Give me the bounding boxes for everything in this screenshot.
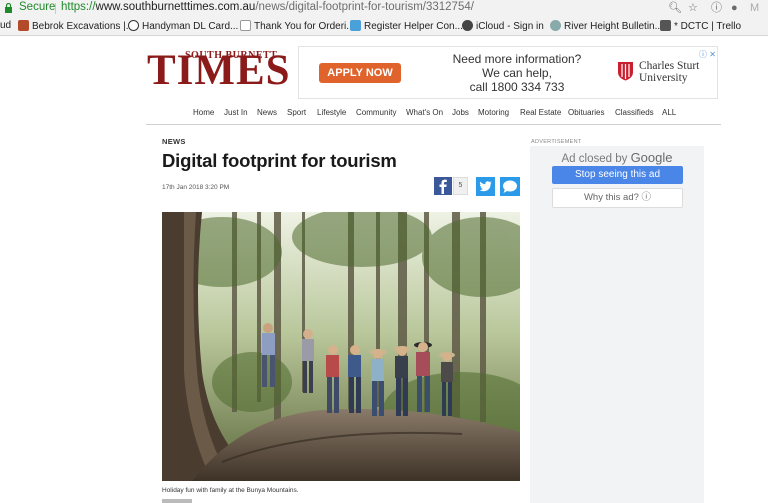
nav-lifestyle[interactable]: Lifestyle xyxy=(317,108,346,117)
url-path: /news/digital-footprint-for-tourism/3312… xyxy=(255,1,474,13)
photo-caption: Holiday fun with family at the Bunya Mou… xyxy=(162,487,299,494)
nav-whats-on[interactable]: What's On xyxy=(406,108,443,117)
profile-icon[interactable]: M xyxy=(750,2,759,15)
twitter-share-button[interactable] xyxy=(476,177,495,196)
article-timestamp: 17th Jan 2018 3:20 PM xyxy=(162,184,230,191)
url-divider xyxy=(55,3,56,14)
article-headline: Digital footprint for tourism xyxy=(162,150,397,171)
article-category[interactable]: NEWS xyxy=(162,137,186,146)
advertisement-label: ADVERTISEMENT xyxy=(531,139,582,145)
bookmark-item[interactable]: iCloud - Sign in xyxy=(462,20,544,33)
bookmark-item[interactable]: Register Helper Con... xyxy=(350,20,463,33)
bookmarks-bar: ud Bebrok Excavations |... Handyman DL C… xyxy=(0,17,768,36)
bookmark-item[interactable]: River Height Bulletin... xyxy=(550,20,663,33)
bookmark-favicon-icon xyxy=(18,20,29,31)
banner-phone: call 1800 334 733 xyxy=(469,80,565,94)
bookmark-favicon-icon xyxy=(128,20,139,31)
zoom-icon[interactable]: 🔍︎ xyxy=(668,2,682,15)
nav-home[interactable]: Home xyxy=(193,108,214,117)
nav-sport[interactable]: Sport xyxy=(287,108,306,117)
nav-obituaries[interactable]: Obituaries xyxy=(568,108,604,117)
nav-classifieds[interactable]: Classifieds xyxy=(615,108,654,117)
nav-community[interactable]: Community xyxy=(356,108,396,117)
bookmark-item[interactable]: Handyman DL Card... xyxy=(128,20,238,33)
banner-text: We can help, xyxy=(482,66,552,80)
nav-all[interactable]: ALL xyxy=(662,108,676,117)
lock-icon xyxy=(5,3,12,13)
bookmark-item[interactable]: Bebrok Excavations |... xyxy=(18,20,134,33)
university-crest-icon xyxy=(618,62,633,81)
ad-closed-text: Ad closed by xyxy=(561,153,628,165)
comment-bubble-icon xyxy=(503,180,517,193)
address-bar[interactable]: Secure https://www.southburnetttimes.com… xyxy=(0,0,768,17)
twitter-icon xyxy=(479,181,492,192)
ad-closed-message: Ad closed by Google xyxy=(530,150,704,165)
comments-button[interactable] xyxy=(500,177,520,196)
url-scheme: https:// xyxy=(61,1,96,13)
logo-title: TIMES xyxy=(147,47,291,94)
why-this-ad-button[interactable]: Why this ad? ⓘ xyxy=(552,188,683,208)
page-icon xyxy=(240,20,251,31)
facebook-icon xyxy=(439,179,447,194)
nav-jobs[interactable]: Jobs xyxy=(452,108,469,117)
bookmark-item[interactable]: Thank You for Orderi... xyxy=(240,20,355,33)
article-photo[interactable] xyxy=(162,212,520,481)
url-text[interactable]: https://www.southburnetttimes.com.au/new… xyxy=(61,1,474,13)
bookmark-item[interactable]: * DCTC | Trello xyxy=(660,20,741,33)
nav-news[interactable]: News xyxy=(257,108,277,117)
banner-text: Need more information? xyxy=(452,52,582,66)
bookmark-star-icon[interactable]: ☆ xyxy=(688,2,698,15)
nav-motoring[interactable]: Motoring xyxy=(478,108,509,117)
stop-seeing-ad-button[interactable]: Stop seeing this ad xyxy=(552,166,683,184)
nav-real-estate[interactable]: Real Estate xyxy=(520,108,561,117)
bookmark-item[interactable]: ud xyxy=(0,20,11,33)
banner-ad[interactable]: APPLY NOW Need more information? We can … xyxy=(298,46,718,99)
info-icon[interactable]: ⓘ xyxy=(711,2,722,15)
extension-icon[interactable]: ● xyxy=(731,2,738,15)
secure-label: Secure xyxy=(19,1,56,13)
adchoices-icon[interactable]: ⓘ ✕ xyxy=(699,49,716,60)
apply-now-button[interactable]: APPLY NOW xyxy=(319,63,401,83)
url-domain: www.southburnetttimes.com.au xyxy=(95,1,256,13)
sidebar-ad: Ad closed by Google Stop seeing this ad … xyxy=(530,146,704,503)
google-logo: Google xyxy=(630,150,673,165)
web-page: SOUTH BURNETT TIMES APPLY NOW Need more … xyxy=(0,37,768,503)
university-name: University xyxy=(639,72,688,84)
main-nav: Home Just In News Sport Lifestyle Commun… xyxy=(146,105,721,125)
apple-icon xyxy=(462,20,473,31)
nav-just-in[interactable]: Just In xyxy=(224,108,248,117)
globe-icon xyxy=(550,20,561,31)
bookmark-favicon-icon xyxy=(660,20,671,31)
university-name: Charles Sturt xyxy=(639,60,700,72)
facebook-share-button[interactable] xyxy=(434,177,452,195)
bookmark-favicon-icon xyxy=(350,20,361,31)
facebook-share-count: 5 xyxy=(453,177,468,195)
byline-placeholder xyxy=(162,499,192,503)
